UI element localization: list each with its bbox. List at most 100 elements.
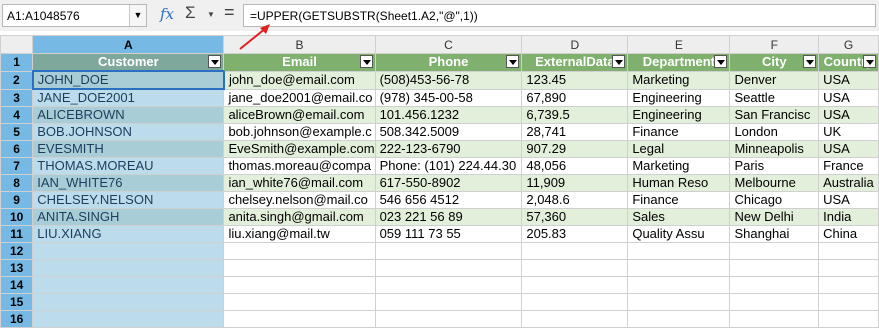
formula-input[interactable]: =UPPER(GETSUBSTR(Sheet1.A2,"@",1)) <box>243 4 876 27</box>
table-cell[interactable]: thomas.moreau@compa <box>223 157 376 175</box>
table-cell[interactable]: Shanghai <box>729 225 820 243</box>
empty-cell[interactable] <box>729 259 820 277</box>
table-header-cell[interactable]: Email <box>223 53 376 72</box>
table-cell[interactable]: USA <box>818 191 879 209</box>
table-cell[interactable]: 205.83 <box>521 225 629 243</box>
empty-cell[interactable] <box>223 310 376 328</box>
chevron-down-icon[interactable]: ▼ <box>129 5 146 26</box>
table-cell[interactable]: USA <box>818 140 879 158</box>
empty-cell[interactable] <box>32 293 225 311</box>
table-cell[interactable]: john_doe@email.com <box>223 70 376 90</box>
table-cell[interactable]: anita.singh@gmail.com <box>223 208 376 226</box>
row-header[interactable]: 1 <box>0 53 34 72</box>
empty-cell[interactable] <box>729 293 820 311</box>
table-cell[interactable]: Engineering <box>627 106 731 124</box>
table-cell[interactable]: Chicago <box>729 191 820 209</box>
row-header[interactable]: 16 <box>0 310 34 328</box>
table-cell[interactable]: bob.johnson@example.c <box>223 123 376 141</box>
table-cell[interactable]: Marketing <box>627 70 731 90</box>
table-cell[interactable]: 28,741 <box>521 123 629 141</box>
autofilter-dropdown-icon[interactable] <box>714 55 728 68</box>
table-cell[interactable]: New Delhi <box>729 208 820 226</box>
empty-cell[interactable] <box>627 293 731 311</box>
row-header[interactable]: 9 <box>0 191 34 209</box>
row-header[interactable]: 10 <box>0 208 34 226</box>
row-header[interactable]: 12 <box>0 242 34 260</box>
table-cell[interactable]: BOB.JOHNSON <box>32 123 225 141</box>
table-cell[interactable]: France <box>818 157 879 175</box>
table-header-cell[interactable]: ExternalData <box>521 53 629 72</box>
empty-cell[interactable] <box>374 242 523 260</box>
empty-cell[interactable] <box>818 242 879 260</box>
table-cell[interactable]: CHELSEY.NELSON <box>32 191 225 209</box>
table-cell[interactable]: IAN_WHITE76 <box>32 174 225 192</box>
empty-cell[interactable] <box>627 242 731 260</box>
table-cell[interactable]: ANITA.SINGH <box>32 208 225 226</box>
row-header[interactable]: 11 <box>0 225 34 243</box>
table-cell[interactable]: chelsey.nelson@mail.co <box>223 191 376 209</box>
table-cell[interactable]: aliceBrown@email.com <box>223 106 376 124</box>
empty-cell[interactable] <box>223 276 376 294</box>
empty-cell[interactable] <box>521 259 629 277</box>
empty-cell[interactable] <box>729 310 820 328</box>
empty-cell[interactable] <box>729 242 820 260</box>
empty-cell[interactable] <box>32 242 225 260</box>
empty-cell[interactable] <box>818 310 879 328</box>
table-cell[interactable]: Engineering <box>627 88 731 107</box>
table-cell[interactable]: Paris <box>729 157 820 175</box>
column-header-f[interactable]: F <box>729 35 820 54</box>
table-cell[interactable]: 546 656 4512 <box>374 191 523 209</box>
empty-cell[interactable] <box>818 259 879 277</box>
corner-select-all[interactable] <box>0 35 34 54</box>
table-cell[interactable]: JANE_DOE2001 <box>32 88 225 107</box>
empty-cell[interactable] <box>627 276 731 294</box>
table-cell[interactable]: EVESMITH <box>32 140 225 158</box>
table-cell[interactable]: Phone: (101) 224.44.30 <box>374 157 523 175</box>
table-cell[interactable]: ALICEBROWN <box>32 106 225 124</box>
empty-cell[interactable] <box>374 310 523 328</box>
empty-cell[interactable] <box>627 310 731 328</box>
table-cell[interactable]: Quality Assu <box>627 225 731 243</box>
table-cell[interactable]: 57,360 <box>521 208 629 226</box>
empty-cell[interactable] <box>818 276 879 294</box>
table-cell[interactable]: Seattle <box>729 88 820 107</box>
column-header-a[interactable]: A <box>32 35 225 54</box>
table-cell[interactable]: (978) 345-00-58 <box>374 88 523 107</box>
table-cell[interactable]: THOMAS.MOREAU <box>32 157 225 175</box>
column-header-g[interactable]: G <box>818 35 879 54</box>
row-header[interactable]: 4 <box>0 106 34 124</box>
empty-cell[interactable] <box>223 242 376 260</box>
table-cell[interactable]: Human Reso <box>627 174 731 192</box>
empty-cell[interactable] <box>521 310 629 328</box>
autofilter-dropdown-icon[interactable] <box>612 55 626 68</box>
empty-cell[interactable] <box>32 276 225 294</box>
empty-cell[interactable] <box>223 259 376 277</box>
table-cell[interactable]: 023 221 56 89 <box>374 208 523 226</box>
table-cell[interactable]: San Francisc <box>729 106 820 124</box>
column-header-c[interactable]: C <box>374 35 523 54</box>
row-header[interactable]: 13 <box>0 259 34 277</box>
table-cell[interactable]: UK <box>818 123 879 141</box>
empty-cell[interactable] <box>223 293 376 311</box>
row-header[interactable]: 15 <box>0 293 34 311</box>
table-cell[interactable]: Finance <box>627 123 731 141</box>
table-cell[interactable]: Denver <box>729 70 820 90</box>
empty-cell[interactable] <box>521 242 629 260</box>
table-cell[interactable]: USA <box>818 106 879 124</box>
table-cell[interactable]: Sales <box>627 208 731 226</box>
table-cell[interactable]: JOHN_DOE <box>31 70 225 90</box>
autofilter-dropdown-icon[interactable] <box>208 55 222 68</box>
table-cell[interactable]: LIU.XIANG <box>32 225 225 243</box>
row-header[interactable]: 2 <box>0 70 34 90</box>
empty-cell[interactable] <box>521 276 629 294</box>
empty-cell[interactable] <box>627 259 731 277</box>
table-cell[interactable]: 508.342.5009 <box>374 123 523 141</box>
table-cell[interactable]: 123.45 <box>521 70 629 90</box>
row-header[interactable]: 3 <box>0 88 34 107</box>
empty-cell[interactable] <box>729 276 820 294</box>
empty-cell[interactable] <box>374 293 523 311</box>
table-cell[interactable]: Minneapolis <box>729 140 820 158</box>
table-cell[interactable]: 11,909 <box>521 174 629 192</box>
row-header[interactable]: 8 <box>0 174 34 192</box>
table-cell[interactable]: China <box>818 225 879 243</box>
